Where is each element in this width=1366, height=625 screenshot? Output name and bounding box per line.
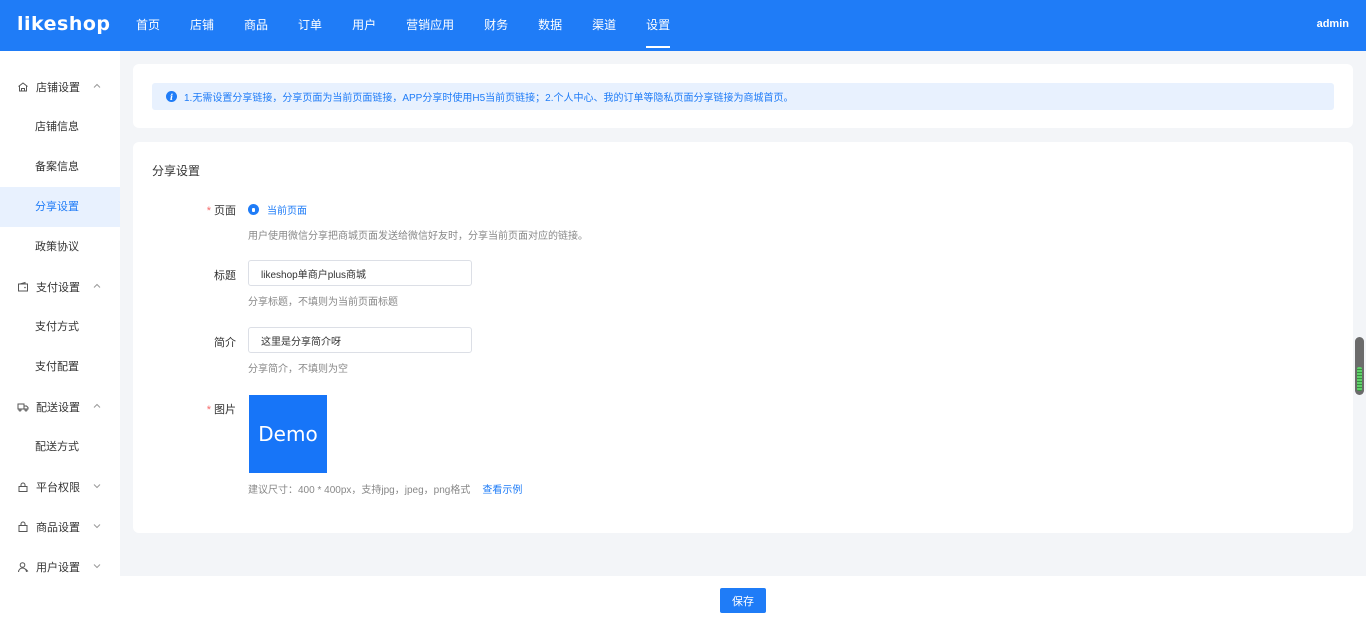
sidebar-item-payment-methods[interactable]: 支付方式 (0, 307, 120, 347)
sidebar-group-label: 店铺设置 (36, 82, 80, 94)
chevron-up-icon (93, 281, 101, 293)
sidebar-group-label: 配送设置 (36, 402, 80, 414)
save-button[interactable]: 保存 (720, 588, 766, 613)
sidebar-group-goods-settings[interactable]: 商品设置 (0, 507, 120, 547)
notice-text: 1.无需设置分享链接，分享页面为当前页面链接，APP分享时使用H5当前页链接；2… (184, 93, 794, 104)
lock-icon (16, 480, 30, 494)
footer-bar: 保存 (120, 576, 1366, 625)
sidebar: 店铺设置 店铺信息 备案信息 分享设置 政策协议 支付设置 支付方式 支付配置 … (0, 51, 120, 625)
radio-label: 当前页面 (267, 206, 307, 217)
top-navbar: likeshop 首页 店铺 商品 订单 用户 营销应用 财务 数据 渠道 设置… (0, 0, 1366, 51)
bag-icon (16, 520, 30, 534)
current-page-radio[interactable]: 当前页面 (248, 202, 307, 217)
intro-label: 简介 (214, 337, 236, 349)
sidebar-item-shop-info[interactable]: 店铺信息 (0, 107, 120, 147)
sidebar-group-label: 支付设置 (36, 282, 80, 294)
notice-alert: i 1.无需设置分享链接，分享页面为当前页面链接，APP分享时使用H5当前页链接… (152, 83, 1334, 110)
scrollbar-grip (1357, 367, 1362, 391)
nav-orders[interactable]: 订单 (286, 0, 334, 51)
nav-channels[interactable]: 渠道 (580, 0, 628, 51)
page-help: 用户使用微信分享把商城页面发送给微信好友时，分享当前页面对应的链接。 (248, 231, 588, 242)
share-title-input[interactable] (248, 260, 472, 286)
chevron-down-icon (93, 561, 101, 573)
image-label: * 图片 (206, 404, 236, 416)
sidebar-group-label: 平台权限 (36, 482, 80, 494)
sidebar-group-platform-permissions[interactable]: 平台权限 (0, 467, 120, 507)
chevron-up-icon (93, 81, 101, 93)
section-title: 分享设置 (152, 164, 201, 178)
sidebar-item-policy[interactable]: 政策协议 (0, 227, 120, 267)
nav-users[interactable]: 用户 (340, 0, 388, 51)
share-intro-input[interactable] (248, 327, 472, 353)
nav-goods[interactable]: 商品 (232, 0, 280, 51)
sidebar-item-filing-info[interactable]: 备案信息 (0, 147, 120, 187)
main-nav: 首页 店铺 商品 订单 用户 营销应用 财务 数据 渠道 设置 (124, 0, 688, 51)
share-image-upload[interactable]: Demo (249, 395, 327, 473)
chevron-down-icon (93, 521, 101, 533)
sidebar-group-delivery-settings[interactable]: 配送设置 (0, 387, 120, 427)
image-help: 建议尺寸：400 * 400px，支持jpg，jpeg，png格式 查看示例 (248, 481, 522, 496)
page-scrollbar[interactable] (1355, 337, 1364, 395)
notice-card: i 1.无需设置分享链接，分享页面为当前页面链接，APP分享时使用H5当前页链接… (133, 64, 1353, 128)
user-menu[interactable]: admin (1317, 18, 1349, 30)
view-example-link[interactable]: 查看示例 (482, 485, 522, 496)
share-settings-card: 分享设置 * 页面 当前页面 用户使用微信分享把商城页面发送给微信好友时，分享当前… (133, 142, 1353, 533)
sidebar-group-label: 用户设置 (36, 562, 80, 574)
sidebar-group-label: 商品设置 (36, 522, 80, 534)
demo-image-text: Demo (258, 422, 318, 446)
intro-help: 分享简介，不填则为空 (248, 364, 348, 375)
info-icon: i (166, 91, 177, 102)
radio-checked-icon (248, 204, 259, 215)
title-help: 分享标题，不填则为当前页面标题 (248, 297, 398, 308)
sidebar-group-shop-settings[interactable]: 店铺设置 (0, 67, 120, 107)
nav-data[interactable]: 数据 (526, 0, 574, 51)
nav-shop[interactable]: 店铺 (178, 0, 226, 51)
truck-icon (16, 400, 30, 414)
nav-settings[interactable]: 设置 (634, 0, 682, 51)
chevron-up-icon (93, 401, 101, 413)
title-label: 标题 (214, 270, 236, 282)
image-help-text: 建议尺寸：400 * 400px，支持jpg，jpeg，png格式 (248, 485, 471, 496)
sidebar-item-share-settings[interactable]: 分享设置 (0, 187, 120, 227)
page-label: * 页面 (206, 205, 236, 217)
nav-marketing[interactable]: 营销应用 (394, 0, 466, 51)
logo[interactable]: likeshop (17, 13, 111, 35)
sidebar-group-user-settings[interactable]: 用户设置 (0, 547, 120, 587)
sidebar-item-payment-config[interactable]: 支付配置 (0, 347, 120, 387)
user-icon (16, 560, 30, 574)
chevron-down-icon (93, 481, 101, 493)
wallet-icon (16, 280, 30, 294)
nav-home[interactable]: 首页 (124, 0, 172, 51)
sidebar-item-delivery-methods[interactable]: 配送方式 (0, 427, 120, 467)
nav-finance[interactable]: 财务 (472, 0, 520, 51)
sidebar-group-payment-settings[interactable]: 支付设置 (0, 267, 120, 307)
home-icon (16, 80, 30, 94)
